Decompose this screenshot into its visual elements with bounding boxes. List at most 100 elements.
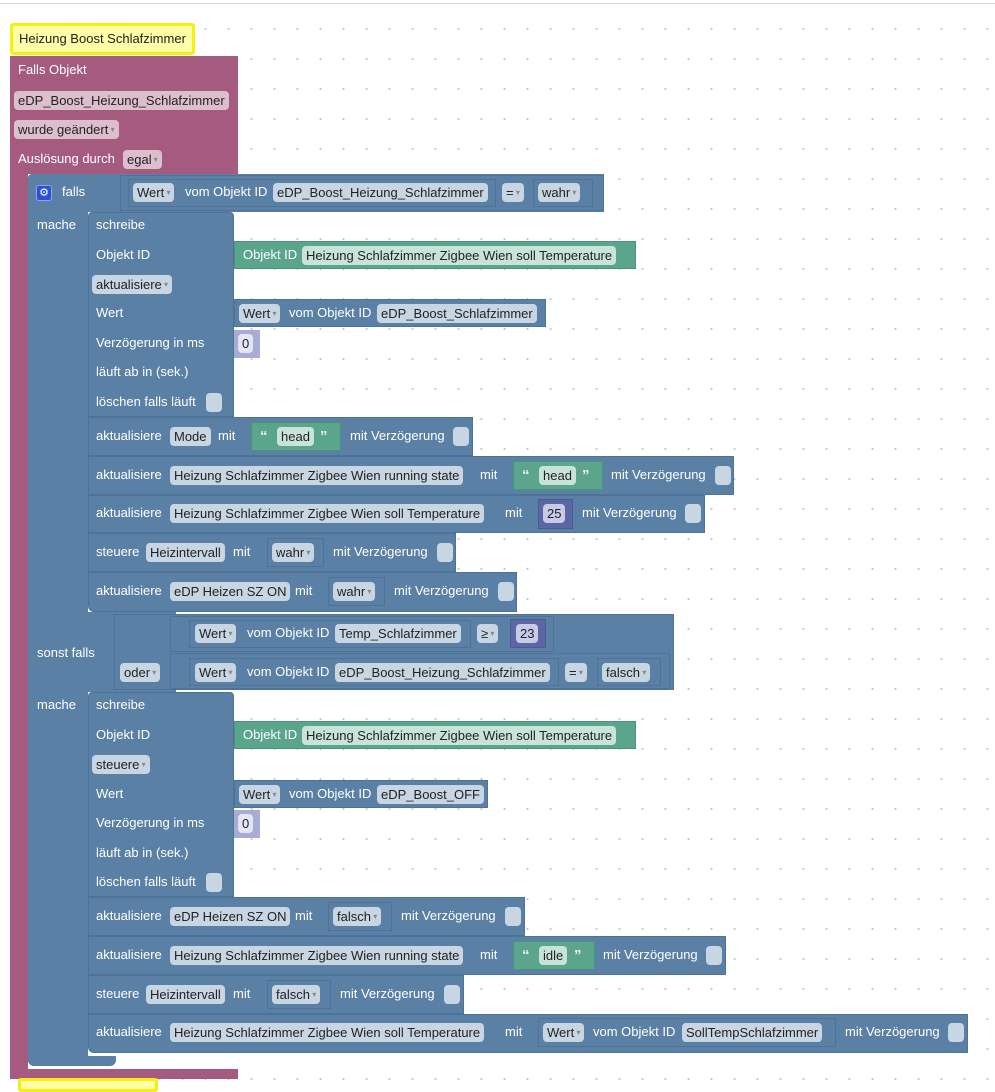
open-quote-icon: “ xyxy=(260,428,268,445)
compare-b-bool-dropdown[interactable]: falsch xyxy=(602,663,651,682)
action-target-field[interactable]: Heizintervall xyxy=(146,985,225,1004)
action-delay-checkbox[interactable] xyxy=(444,985,460,1004)
write-clear-label: löschen falls läuft xyxy=(96,394,196,409)
action-target-field[interactable]: Heizung Schlafzimmer Zigbee Wien running… xyxy=(170,946,464,965)
action-delay-label: mit Verzögerung xyxy=(394,583,489,598)
write-value-label: Wert xyxy=(96,786,124,801)
get-value-object-field[interactable]: eDP_Boost_Schlafzimmer xyxy=(377,304,537,323)
bool-literal-dropdown[interactable]: falsch xyxy=(333,907,382,926)
delay-number-field[interactable]: 0 xyxy=(238,814,254,833)
object-id-field[interactable]: Heizung Schlafzimmer Zigbee Wien soll Te… xyxy=(302,726,617,745)
text-literal-field[interactable]: head xyxy=(277,427,314,446)
action-target-field[interactable]: Mode xyxy=(170,427,211,446)
action-delay-checkbox[interactable] xyxy=(706,946,722,965)
action-target-field[interactable]: eDP Heizen SZ ON xyxy=(170,907,291,926)
action-delay-label: mit Verzögerung xyxy=(845,1024,940,1039)
write-value-label: Wert xyxy=(96,305,124,320)
action-delay-label: mit Verzögerung xyxy=(582,505,677,520)
get-value-from-label: vom Objekt ID xyxy=(289,786,372,801)
compare-b-object-field[interactable]: eDP_Boost_Heizung_Schlafzimmer xyxy=(335,663,550,682)
trigger-label: Falls Objekt xyxy=(18,62,87,77)
condition-bool-dropdown[interactable]: wahr xyxy=(538,183,581,202)
object-id-field[interactable]: Heizung Schlafzimmer Zigbee Wien soll Te… xyxy=(302,246,617,265)
trigger-block-spine xyxy=(10,174,28,1070)
get-value-attr-dropdown[interactable]: Wert xyxy=(543,1023,585,1042)
write-object-label: Objekt ID xyxy=(96,727,151,742)
write-expire-label: läuft ab in (sek.) xyxy=(96,364,189,379)
next-script-comment[interactable] xyxy=(18,1078,158,1092)
object-id-block-label: Objekt ID xyxy=(243,247,298,262)
bool-literal-dropdown[interactable]: falsch xyxy=(272,985,321,1004)
action-delay-checkbox[interactable] xyxy=(715,466,731,485)
action-target-field[interactable]: Heizung Schlafzimmer Zigbee Wien running… xyxy=(170,466,464,485)
action-delay-label: mit Verzögerung xyxy=(333,544,428,559)
action-delay-label: mit Verzögerung xyxy=(611,467,706,482)
action-delay-checkbox[interactable] xyxy=(437,543,453,562)
action-with-label: mit xyxy=(295,583,313,598)
compare-a-from-label: vom Objekt ID xyxy=(247,625,330,640)
action-target-field[interactable]: eDP Heizen SZ ON xyxy=(170,582,291,601)
action-delay-checkbox[interactable] xyxy=(453,427,469,446)
trigger-ack-label: Auslösung durch xyxy=(18,151,115,166)
write-mode-dropdown[interactable]: steuere xyxy=(92,755,150,774)
compare-a-number-field[interactable]: 23 xyxy=(516,624,539,643)
bool-literal-dropdown[interactable]: wahr xyxy=(272,543,315,562)
action-target-field[interactable]: Heizung Schlafzimmer Zigbee Wien soll Te… xyxy=(170,504,485,523)
get-value-attr-dropdown[interactable]: Wert xyxy=(239,785,281,804)
action-delay-checkbox[interactable] xyxy=(685,504,701,523)
close-quote-icon: ” xyxy=(582,467,590,484)
compare-b-operator-dropdown[interactable]: = xyxy=(565,663,587,682)
condition-attr-dropdown[interactable]: Wert xyxy=(133,183,175,202)
action-target-field[interactable]: Heizung Schlafzimmer Zigbee Wien soll Te… xyxy=(170,1023,485,1042)
delay-number-field[interactable]: 0 xyxy=(238,334,254,353)
open-quote-icon: “ xyxy=(522,947,530,964)
compare-b-attr-dropdown[interactable]: Wert xyxy=(195,663,237,682)
action-verb: aktualisiere xyxy=(96,947,162,962)
open-quote-icon: “ xyxy=(522,467,530,484)
action-verb: aktualisiere xyxy=(96,583,162,598)
text-literal-field[interactable]: idle xyxy=(539,946,568,965)
trigger-object-id-field[interactable]: eDP_Boost_Heizung_Schlafzimmer xyxy=(14,91,229,110)
write-expire-label: läuft ab in (sek.) xyxy=(96,845,189,860)
write-title: schreibe xyxy=(96,217,146,232)
bool-literal-dropdown[interactable]: wahr xyxy=(333,582,376,601)
get-value-object-field[interactable]: eDP_Boost_OFF xyxy=(377,785,484,804)
falls-label: falls xyxy=(62,184,86,199)
gear-icon[interactable]: ⚙ xyxy=(36,185,52,201)
number-literal-field[interactable]: 25 xyxy=(543,504,566,523)
compare-a-attr-dropdown[interactable]: Wert xyxy=(195,624,237,643)
action-delay-checkbox[interactable] xyxy=(498,582,514,601)
action-with-label: mit xyxy=(295,908,313,923)
logic-operator-dropdown[interactable]: oder xyxy=(120,663,161,682)
get-value-attr-dropdown[interactable]: Wert xyxy=(239,304,281,323)
close-quote-icon: ” xyxy=(320,428,328,445)
compare-a-operator-dropdown[interactable]: ≥ xyxy=(477,624,499,643)
action-verb: steuere xyxy=(96,986,140,1001)
text-literal-field[interactable]: head xyxy=(539,466,576,485)
trigger-ack-dropdown[interactable]: egal xyxy=(123,150,162,169)
action-with-label: mit xyxy=(218,428,236,443)
if-block-spine xyxy=(28,212,88,1066)
write-clear-checkbox[interactable] xyxy=(206,393,222,412)
get-value-object-field[interactable]: SollTempSchlafzimmer xyxy=(682,1023,823,1042)
script-title: Heizung Boost Schlafzimmer xyxy=(19,31,186,46)
write-clear-checkbox[interactable] xyxy=(206,873,222,892)
action-verb: aktualisiere xyxy=(96,467,162,482)
action-with-label: mit xyxy=(505,1024,523,1039)
write-object-label: Objekt ID xyxy=(96,247,151,262)
action-verb: aktualisiere xyxy=(96,505,162,520)
action-delay-label: mit Verzögerung xyxy=(350,428,445,443)
write-mode-dropdown[interactable]: aktualisiere xyxy=(92,275,173,294)
trigger-event-dropdown[interactable]: wurde geändert xyxy=(14,120,119,139)
object-id-block-label: Objekt ID xyxy=(243,727,298,742)
compare-a-object-field[interactable]: Temp_Schlafzimmer xyxy=(335,624,461,643)
action-delay-checkbox[interactable] xyxy=(948,1023,964,1042)
condition-object-field[interactable]: eDP_Boost_Heizung_Schlafzimmer xyxy=(273,183,488,202)
condition-operator-dropdown[interactable]: = xyxy=(502,183,524,202)
action-delay-label: mit Verzögerung xyxy=(603,947,698,962)
close-quote-icon: ” xyxy=(574,947,582,964)
script-title-comment[interactable]: Heizung Boost Schlafzimmer xyxy=(10,23,195,55)
action-target-field[interactable]: Heizintervall xyxy=(146,543,225,562)
write-delay-label: Verzögerung in ms xyxy=(96,335,205,350)
action-delay-checkbox[interactable] xyxy=(505,907,521,926)
